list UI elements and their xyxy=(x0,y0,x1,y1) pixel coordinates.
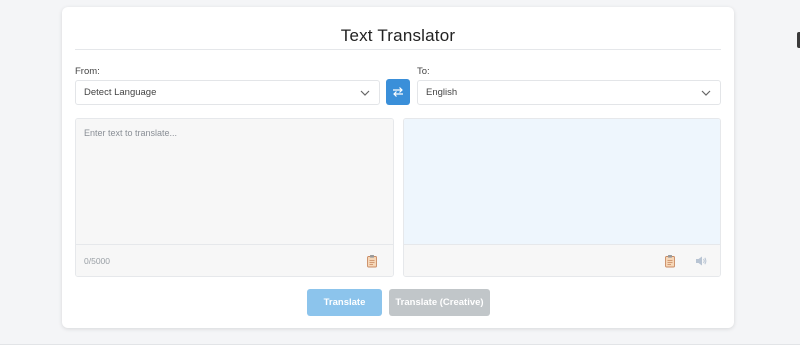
translate-button[interactable]: Translate xyxy=(307,289,382,316)
translation-output xyxy=(404,119,720,245)
translation-output-panel xyxy=(403,118,721,277)
translator-card: Text Translator From: Detect Language To… xyxy=(62,7,734,328)
to-language-value: English xyxy=(426,87,458,98)
source-text-input[interactable] xyxy=(76,119,393,245)
clipboard-icon[interactable] xyxy=(663,254,677,268)
title-divider xyxy=(75,49,721,50)
from-language-value: Detect Language xyxy=(84,87,157,98)
from-label: From: xyxy=(75,66,100,77)
clipboard-icon[interactable] xyxy=(365,254,379,268)
source-panel-footer: 0/5000 xyxy=(76,244,393,276)
page-title: Text Translator xyxy=(340,26,456,45)
to-language-select[interactable]: English xyxy=(417,80,721,105)
chevron-down-icon xyxy=(360,90,370,96)
speaker-icon[interactable] xyxy=(694,254,708,268)
output-panel-footer xyxy=(404,244,720,276)
source-text-area-wrapper xyxy=(76,119,393,245)
from-language-select[interactable]: Detect Language xyxy=(75,80,380,105)
chevron-down-icon xyxy=(701,90,711,96)
source-text-panel: 0/5000 xyxy=(75,118,394,277)
to-label: To: xyxy=(417,66,430,77)
swap-arrows-icon xyxy=(393,87,403,97)
character-count: 0/5000 xyxy=(84,256,110,266)
swap-languages-button[interactable] xyxy=(386,79,410,105)
translate-creative-button[interactable]: Translate (Creative) xyxy=(389,289,490,316)
